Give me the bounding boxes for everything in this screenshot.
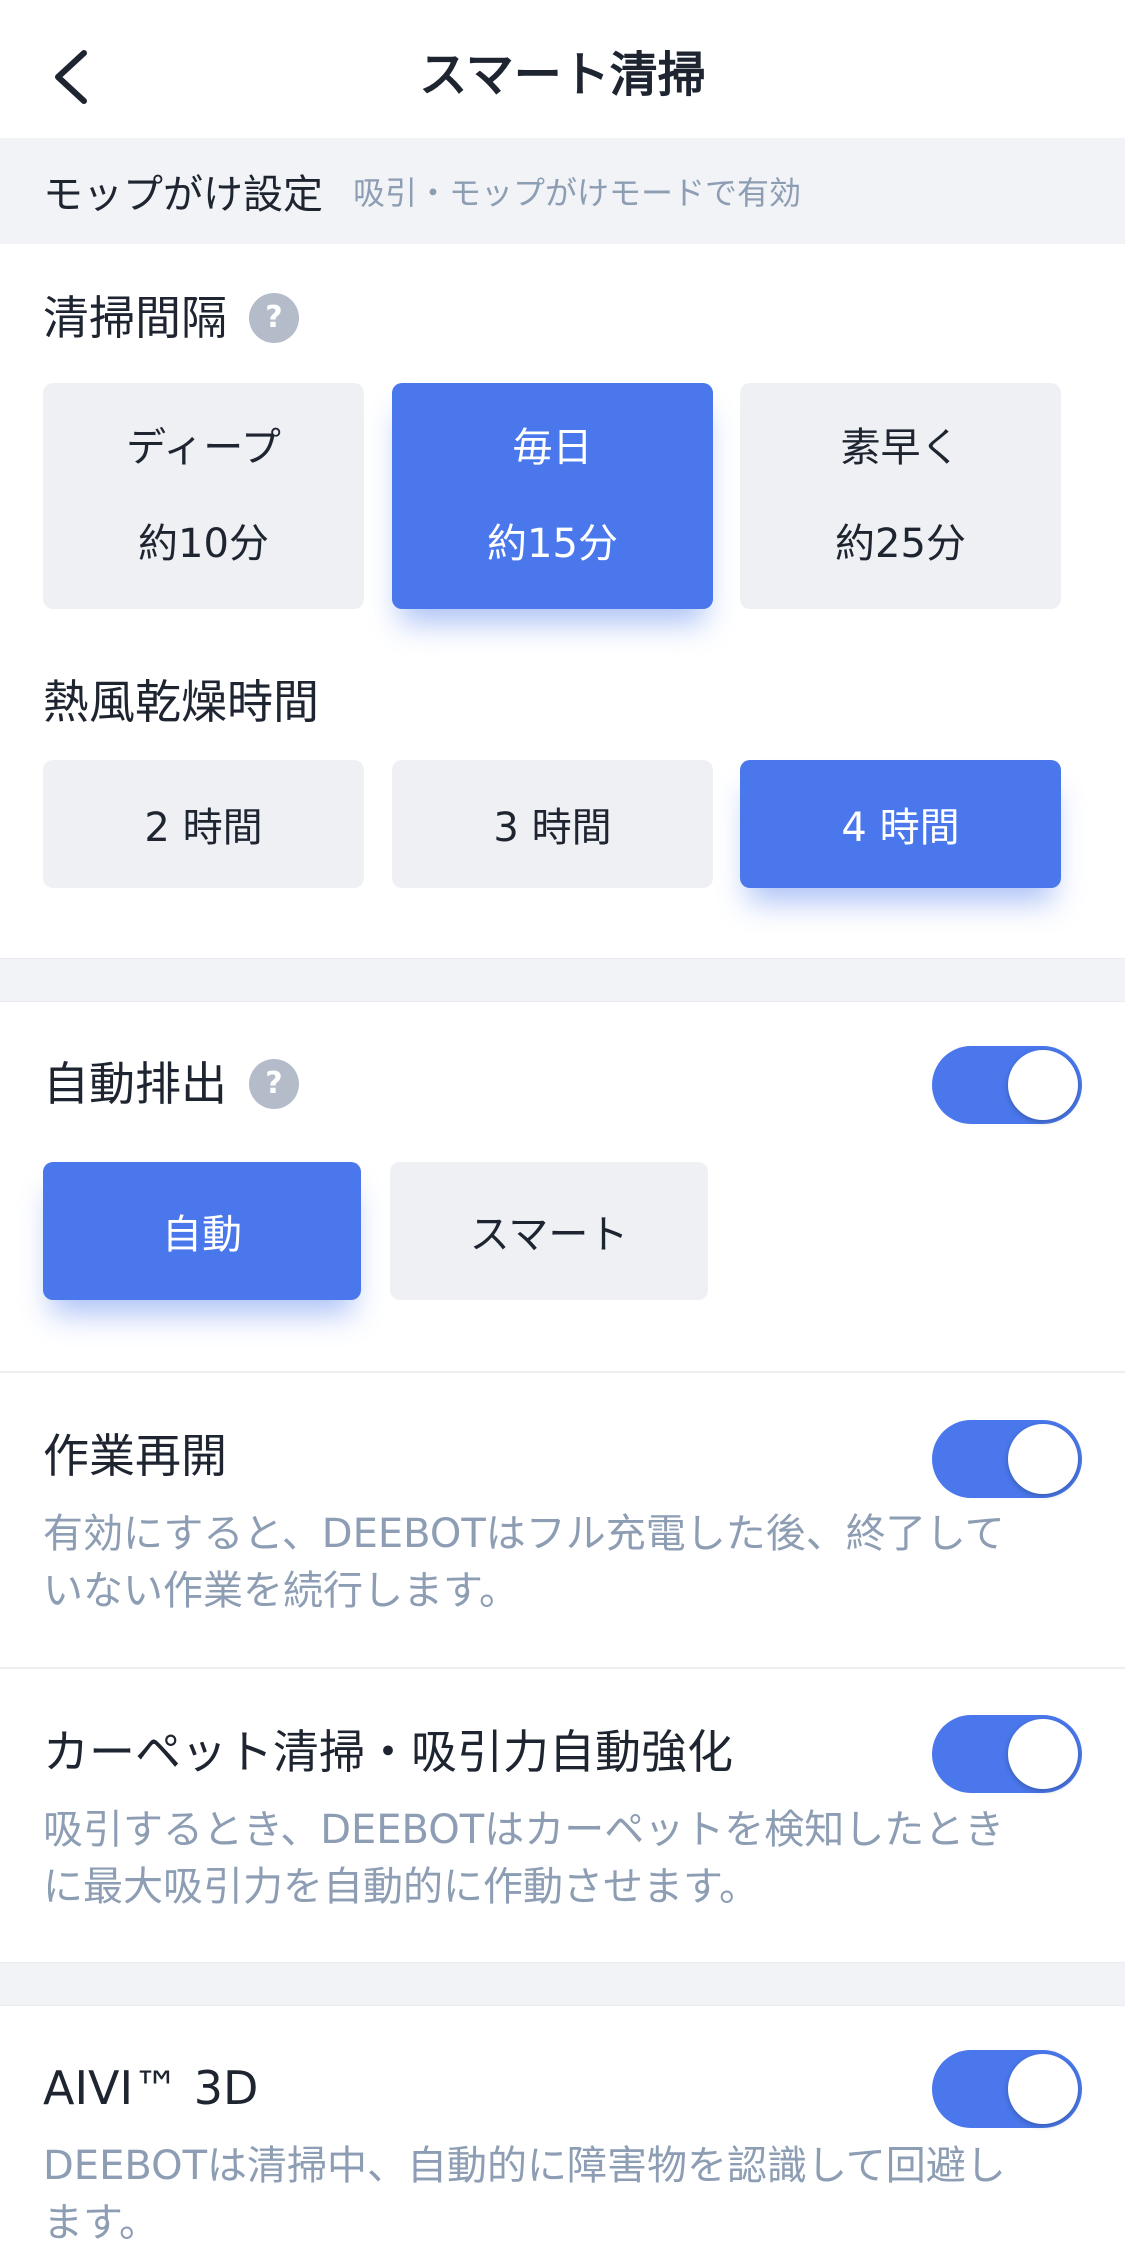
page-title: スマート清掃 (419, 47, 706, 103)
interval-option-time: 約15分 (487, 521, 618, 567)
description-line: いない作業を続行します。 (43, 1568, 519, 1614)
hot-air-drying-label: 熱風乾燥時間 (43, 675, 319, 729)
help-icon[interactable]: ? (249, 1059, 299, 1109)
carpet-boost-description: 吸引するとき、DEEBOTはカーペットを検知したとき に最大吸引力を自動的に作動… (43, 1802, 1083, 1916)
toggle-knob (1008, 2054, 1078, 2124)
mop-settings-label: モップがけ設定 (43, 172, 323, 218)
drying-option-3h[interactable]: 3 時間 (392, 760, 713, 888)
divider (0, 1371, 1125, 1373)
interval-option-name: 素早く (840, 425, 961, 471)
description-line: DEEBOTは清掃中、自動的に障害物を認識して回避し (43, 2143, 1006, 2189)
toggle-knob (1008, 1424, 1078, 1494)
interval-option-daily[interactable]: 毎日 約15分 (392, 383, 713, 609)
interval-option-time: 約10分 (138, 521, 269, 567)
description-line: 有効にすると、DEEBOTはフル充電した後、終了して (43, 1511, 1005, 1557)
nav-bar: スマート清掃 (0, 0, 1125, 138)
aivi-3d-title: AIVI™ 3D (43, 2061, 259, 2115)
resume-work-toggle[interactable] (932, 1420, 1082, 1498)
interval-option-quick[interactable]: 素早く 約25分 (740, 383, 1061, 609)
auto-empty-option-label: スマート (469, 1212, 629, 1258)
description-line: 吸引するとき、DEEBOTはカーペットを検知したとき (43, 1807, 1005, 1853)
cleaning-interval-label: 清掃間隔 (43, 291, 227, 345)
interval-option-time: 約25分 (835, 521, 966, 567)
divider (0, 1667, 1125, 1669)
resume-work-description: 有効にすると、DEEBOTはフル充電した後、終了して いない作業を続行します。 (43, 1506, 1083, 1620)
drying-option-2h[interactable]: 2 時間 (43, 760, 364, 888)
auto-empty-option-label: 自動 (162, 1212, 242, 1258)
carpet-boost-title: カーペット清掃・吸引力自動強化 (43, 1725, 733, 1779)
toggle-knob (1008, 1050, 1078, 1120)
drying-option-label: 2 時間 (144, 805, 263, 851)
carpet-boost-toggle[interactable] (932, 1715, 1082, 1793)
toggle-knob (1008, 1719, 1078, 1789)
aivi-3d-toggle[interactable] (932, 2050, 1082, 2128)
auto-empty-title: 自動排出 ? (43, 1052, 299, 1116)
help-icon[interactable]: ? (249, 293, 299, 343)
interval-option-deep[interactable]: ディープ 約10分 (43, 383, 364, 609)
section-separator (0, 958, 1125, 1002)
description-line: ます。 (43, 2200, 159, 2246)
drying-option-4h[interactable]: 4 時間 (740, 760, 1061, 888)
description-line: に最大吸引力を自動的に作動させます。 (43, 1864, 759, 1910)
auto-empty-option-smart[interactable]: スマート (390, 1162, 708, 1300)
drying-option-label: 4 時間 (841, 805, 960, 851)
auto-empty-label: 自動排出 (43, 1057, 227, 1111)
aivi-3d-description: DEEBOTは清掃中、自動的に障害物を認識して回避し ます。 (43, 2138, 1083, 2246)
auto-empty-toggle[interactable] (932, 1046, 1082, 1124)
hot-air-drying-title: 熱風乾燥時間 (43, 670, 319, 734)
section-separator (0, 1962, 1125, 2006)
interval-option-name: 毎日 (512, 425, 593, 471)
mop-settings-hint: 吸引・モップがけモードで有効 (353, 174, 802, 212)
interval-option-name: ディープ (126, 425, 281, 471)
cleaning-interval-title: 清掃間隔 ? (43, 286, 299, 350)
auto-empty-option-auto[interactable]: 自動 (43, 1162, 361, 1300)
mop-settings-header: モップがけ設定 吸引・モップがけモードで有効 (0, 138, 1125, 244)
resume-work-title: 作業再開 (43, 1429, 227, 1483)
drying-option-label: 3 時間 (493, 805, 612, 851)
